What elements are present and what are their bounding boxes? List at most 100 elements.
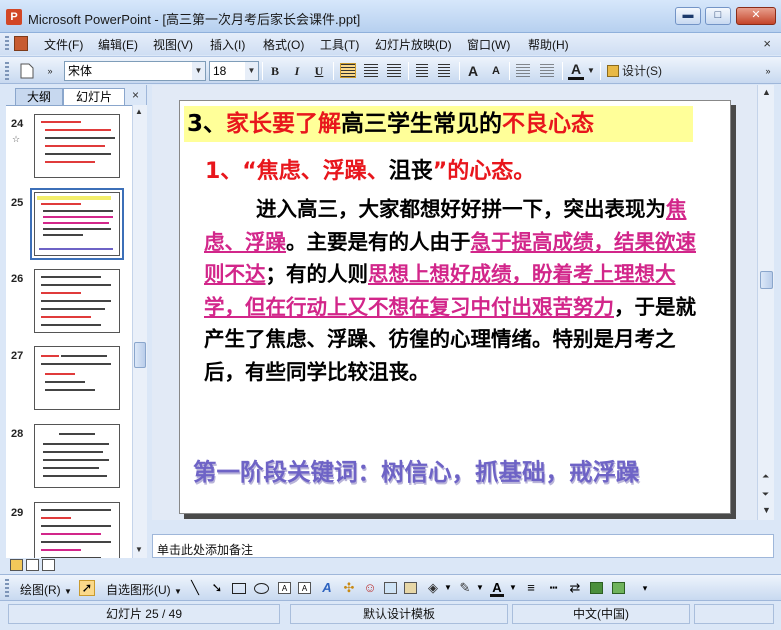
slide-heading[interactable]: 3、家长要了解高三学生常见的不良心态: [184, 106, 693, 142]
next-slide-icon[interactable]: ⏷: [762, 489, 769, 500]
menu-tools[interactable]: 工具(T): [320, 36, 359, 53]
scrollbar-thumb[interactable]: [760, 271, 773, 289]
slide-thumbnail-29[interactable]: [34, 502, 120, 558]
toolbar-grip[interactable]: [5, 579, 9, 597]
menu-insert[interactable]: 插入(I): [210, 36, 245, 53]
minimize-button[interactable]: ▬: [675, 7, 701, 25]
toolbar-options-icon[interactable]: »: [762, 61, 774, 81]
menu-help[interactable]: 帮助(H): [528, 36, 569, 53]
slide-sorter-view-icon[interactable]: [26, 559, 39, 571]
arrow-style-icon[interactable]: ⇄: [568, 581, 582, 595]
grow-font-button[interactable]: A: [464, 61, 482, 81]
close-button[interactable]: ✕: [736, 7, 776, 25]
3d-style-icon[interactable]: [612, 582, 625, 594]
text-box-icon[interactable]: A: [278, 582, 291, 594]
toolbar-options-icon[interactable]: ▾: [638, 581, 652, 595]
slide-thumbnail-list[interactable]: 24 ☆ 25 26 27 28 29: [6, 105, 132, 558]
tab-outline[interactable]: 大纲: [15, 88, 63, 105]
slide-thumbnail-24[interactable]: [34, 114, 120, 178]
chevron-down-icon[interactable]: ▼: [441, 581, 455, 595]
shadow-style-icon[interactable]: [590, 582, 603, 594]
bullets-icon[interactable]: [438, 64, 450, 77]
close-document-icon[interactable]: ×: [763, 36, 771, 51]
shrink-font-button[interactable]: A: [487, 61, 505, 81]
dash-style-icon[interactable]: ┅: [546, 581, 560, 595]
chevron-down-icon[interactable]: ▼: [245, 62, 258, 80]
toolbar-separator: [459, 62, 460, 80]
numbering-icon[interactable]: [416, 64, 428, 77]
align-left-icon[interactable]: [340, 63, 356, 78]
slide-thumbnail-25[interactable]: [30, 188, 124, 260]
draw-menu-button[interactable]: 绘图(R) ▼: [20, 581, 72, 598]
tab-slides[interactable]: 幻灯片: [63, 88, 125, 105]
drawing-toolbar: 绘图(R) ▼ ➚ 自选图形(U) ▼ ╲ ➘ A A A ✣ ☺ ◈ ▼ ✎ …: [0, 574, 781, 600]
rectangle-icon[interactable]: [232, 583, 246, 594]
wordart-icon[interactable]: A: [320, 581, 334, 595]
slide-body-text[interactable]: 进入高三，大家都想好好拼一下，突出表现为焦虑、浮躁。主要是有的人由于急于提高成绩…: [204, 193, 714, 388]
line-style-icon[interactable]: ≡: [524, 581, 538, 595]
menu-view[interactable]: 视图(V): [153, 36, 193, 53]
maximize-button[interactable]: □: [705, 7, 731, 25]
menubar-grip[interactable]: [5, 36, 9, 52]
scroll-down-icon[interactable]: ▼: [762, 505, 771, 515]
font-name-select[interactable]: 宋体 ▼: [64, 61, 206, 81]
slideshow-view-icon[interactable]: [42, 559, 55, 571]
slides-pane-scrollbar[interactable]: ▲ ▼: [132, 105, 147, 558]
scroll-down-icon[interactable]: ▼: [135, 545, 143, 554]
bold-button[interactable]: B: [266, 61, 284, 81]
line-color-icon[interactable]: ✎: [458, 581, 472, 595]
current-slide[interactable]: 3、家长要了解高三学生常见的不良心态 1、“焦虑、浮躁、沮丧”的心态。 进入高三…: [179, 100, 731, 514]
vertical-text-box-icon[interactable]: A: [298, 582, 311, 594]
toolbar-grip[interactable]: [5, 62, 9, 80]
chevron-down-icon[interactable]: ▼: [192, 62, 205, 80]
insert-picture-icon[interactable]: [404, 582, 417, 594]
diagram-icon[interactable]: ✣: [342, 581, 356, 595]
chevron-down-icon[interactable]: ▼: [473, 581, 487, 595]
align-center-icon[interactable]: [364, 64, 378, 77]
underline-button[interactable]: U: [310, 61, 328, 81]
status-design-template[interactable]: 默认设计模板: [290, 604, 508, 624]
close-pane-icon[interactable]: ×: [132, 88, 139, 102]
font-color-icon[interactable]: A: [490, 581, 504, 597]
scroll-up-icon[interactable]: ▲: [135, 107, 143, 116]
document-icon[interactable]: [14, 36, 28, 51]
menu-window[interactable]: 窗口(W): [467, 36, 510, 53]
heading-red-part-1: 家长要了解: [226, 111, 342, 137]
font-color-button[interactable]: A: [568, 61, 584, 80]
oval-icon[interactable]: [254, 583, 269, 594]
powerpoint-app-icon[interactable]: P: [6, 9, 22, 25]
clip-art-icon[interactable]: ☺: [363, 581, 377, 595]
arrow-icon[interactable]: ➘: [210, 581, 224, 595]
toolbar-options-icon[interactable]: »: [40, 61, 60, 81]
normal-view-icon[interactable]: [10, 559, 23, 571]
decrease-indent-icon[interactable]: [516, 64, 530, 77]
scrollbar-thumb[interactable]: [134, 342, 146, 368]
fill-color-icon[interactable]: ◈: [426, 581, 440, 595]
menu-slideshow[interactable]: 幻灯片放映(D): [375, 36, 452, 53]
picture-icon[interactable]: [384, 582, 397, 594]
menu-file[interactable]: 文件(F): [44, 36, 83, 53]
italic-button[interactable]: I: [288, 61, 306, 81]
scroll-up-icon[interactable]: ▲: [762, 87, 771, 97]
slide-thumbnail-28[interactable]: [34, 424, 120, 488]
select-objects-icon[interactable]: ➚: [79, 580, 95, 596]
slide-thumbnail-26[interactable]: [34, 269, 120, 333]
slide-keywords[interactable]: 第一阶段关键词：树信心，抓基础，戒浮躁: [193, 453, 640, 487]
font-size-select[interactable]: 18 ▼: [209, 61, 259, 81]
menu-format[interactable]: 格式(O): [263, 36, 304, 53]
slide-thumbnail-27[interactable]: [34, 346, 120, 410]
subheading-part-2: 沮丧: [388, 159, 433, 184]
slide-subheading[interactable]: 1、“焦虑、浮躁、沮丧”的心态。: [205, 153, 535, 185]
align-right-icon[interactable]: [387, 64, 401, 77]
slide-scrollbar[interactable]: ▲ ⏶ ⏷ ▼: [757, 85, 774, 520]
notes-pane[interactable]: 单击此处添加备注: [152, 534, 774, 558]
previous-slide-icon[interactable]: ⏶: [762, 471, 769, 482]
autoshapes-menu-button[interactable]: 自选图形(U) ▼: [106, 581, 182, 598]
increase-indent-icon[interactable]: [540, 64, 554, 77]
line-icon[interactable]: ╲: [188, 581, 202, 595]
chevron-down-icon[interactable]: ▼: [586, 61, 596, 81]
new-document-icon[interactable]: [17, 61, 37, 81]
menu-edit[interactable]: 编辑(E): [98, 36, 138, 53]
chevron-down-icon[interactable]: ▼: [506, 581, 520, 595]
design-button[interactable]: 设计(S): [607, 61, 671, 81]
